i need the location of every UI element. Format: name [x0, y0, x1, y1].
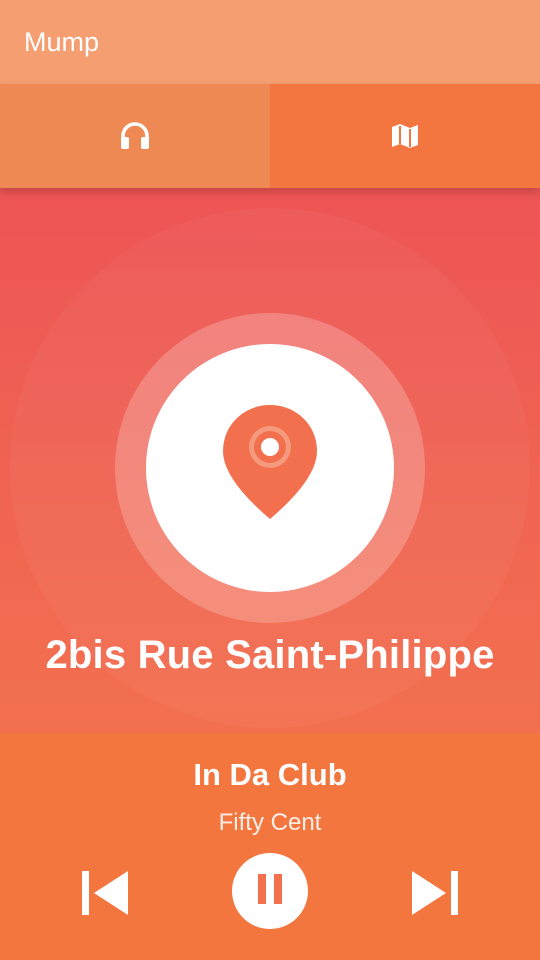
- next-track-button[interactable]: [410, 869, 460, 922]
- pause-button[interactable]: [232, 853, 308, 929]
- location-panel: 2bis Rue Saint-Philippe: [0, 188, 540, 733]
- skip-next-icon: [410, 871, 460, 921]
- app-bar: Mump: [0, 0, 540, 84]
- music-player: In Da Club Fifty Cent: [0, 733, 540, 960]
- tab-map[interactable]: [270, 84, 540, 188]
- skip-previous-icon: [80, 871, 130, 921]
- map-icon: [390, 122, 420, 150]
- location-title: 2bis Rue Saint-Philippe: [45, 633, 495, 677]
- song-artist: Fifty Cent: [218, 809, 322, 836]
- song-title: In Da Club: [193, 757, 347, 792]
- pause-icon: [256, 873, 284, 910]
- location-pin-icon: [221, 403, 319, 526]
- tab-bar: [0, 84, 540, 188]
- headphones-icon: [119, 121, 151, 151]
- app-title: Mump: [24, 26, 100, 57]
- tab-music[interactable]: [0, 84, 270, 188]
- previous-track-button[interactable]: [80, 869, 130, 922]
